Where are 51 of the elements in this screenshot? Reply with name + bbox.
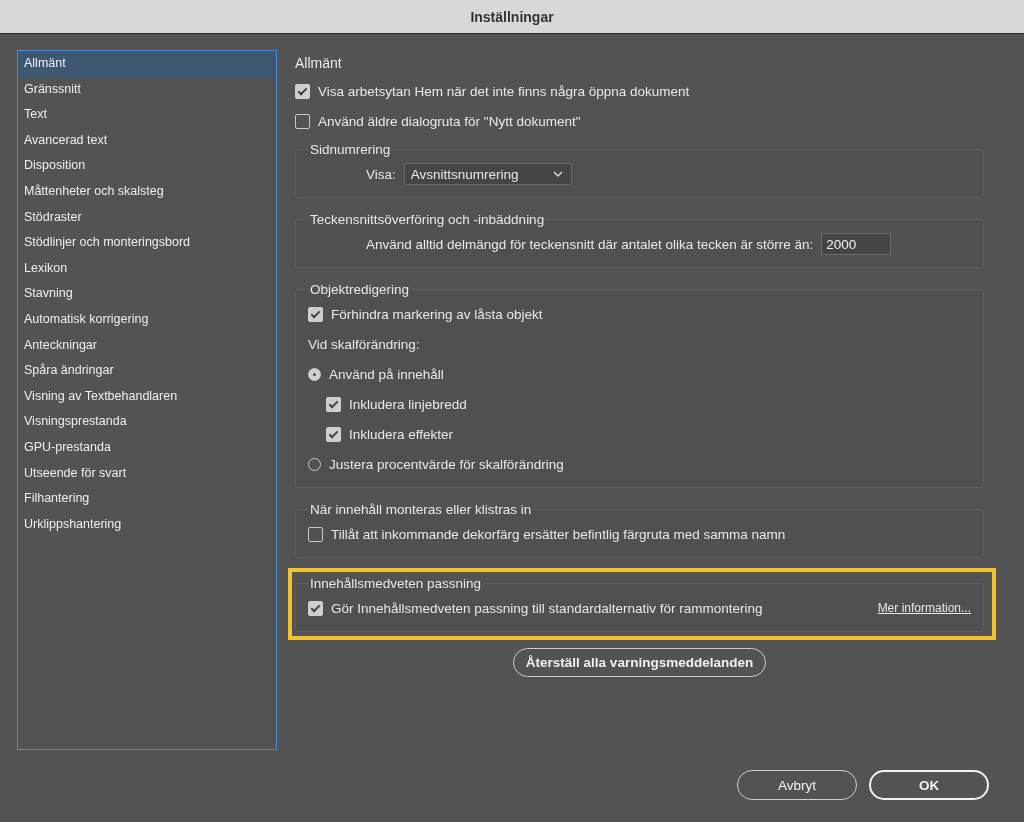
sidebar-item[interactable]: GPU-prestanda [18, 434, 276, 461]
sidebar-item[interactable]: Allmänt [18, 51, 276, 77]
sidebar-item[interactable]: Stavning [18, 281, 276, 307]
panel-heading: Allmänt [295, 54, 343, 73]
checkbox[interactable] [295, 83, 310, 99]
checkbox-label: Använd äldre dialogruta för "Nytt dokument" [318, 113, 581, 129]
group-title: Sidnumrering [309, 142, 392, 157]
group-title: Objektredigering [309, 282, 411, 297]
number-field[interactable]: 2000 [821, 233, 892, 255]
sidebar-item[interactable]: Gränssnitt [18, 76, 276, 103]
group-title: Innehållsmedveten passning [309, 576, 483, 591]
sidebar-item[interactable]: Lexikon [18, 255, 276, 282]
sidebar-item[interactable]: Måttenheter och skalsteg [18, 178, 276, 205]
checkbox[interactable] [295, 113, 310, 129]
sidebar-item[interactable]: Utseende för svart [18, 460, 276, 487]
more-info-link[interactable]: Mer information... [877, 601, 971, 615]
sidebar-item[interactable]: Stödraster [18, 204, 276, 231]
sidebar-item[interactable]: Urklippshantering [18, 511, 276, 538]
radio-label: Använd på innehåll [329, 366, 444, 382]
dropdown[interactable]: Avsnittsnumrering [403, 163, 572, 185]
checkbox-label: Förhindra markering av låsta objekt [331, 306, 543, 322]
sidebar-item[interactable]: Text [18, 102, 276, 128]
radio-label: Justera procentvärde för skalförändring [329, 456, 564, 472]
sidebar-item[interactable]: Disposition [18, 153, 276, 179]
radio-button[interactable] [308, 367, 321, 381]
checkbox[interactable] [308, 306, 323, 322]
sidebar-item[interactable]: Filhantering [18, 486, 276, 512]
section-label: Vid skalförändring: [308, 336, 420, 352]
sidebar-item[interactable]: Spåra ändringar [18, 358, 276, 384]
checkbox[interactable] [308, 600, 323, 616]
field-label: Visa: [366, 166, 396, 182]
sidebar-item[interactable]: Automatisk korrigering [18, 306, 276, 333]
sidebar-item[interactable]: Stödlinjer och monteringsbord [18, 230, 276, 256]
sidebar-item[interactable]: Anteckningar [18, 332, 276, 359]
sidebar-item[interactable]: Avancerad text [18, 127, 276, 154]
checkbox[interactable] [326, 396, 341, 412]
checkbox-label: Inkludera effekter [349, 426, 454, 442]
field-label: Använd alltid delmängd för teckensnitt där antalet olika tecken är större än: [366, 236, 814, 252]
checkbox-label: Tillåt att inkommande dekorfärg ersätter befintlig färgruta med samma namn [331, 526, 786, 542]
sidebar-item[interactable]: Visning av Textbehandlaren [18, 383, 276, 410]
group-title: När innehåll monteras eller klistras in [309, 502, 533, 517]
checkbox[interactable] [308, 526, 323, 542]
caret-icon [552, 171, 563, 177]
checkbox[interactable] [326, 426, 341, 442]
sidebar-item[interactable]: Visningsprestanda [18, 409, 276, 435]
checkbox-label: Gör Innehållsmedveten passning till standardalternativ för rammontering [331, 600, 763, 616]
ok-button[interactable]: OK [869, 770, 989, 800]
group-title: Teckensnittsöverföring och -inbäddning [309, 212, 546, 227]
window-title: Inställningar [470, 8, 554, 25]
checkbox-label: Inkludera linjebredd [349, 396, 467, 412]
checkbox-label: Visa arbetsytan Hem när det inte finns några öppna dokument [318, 83, 690, 99]
